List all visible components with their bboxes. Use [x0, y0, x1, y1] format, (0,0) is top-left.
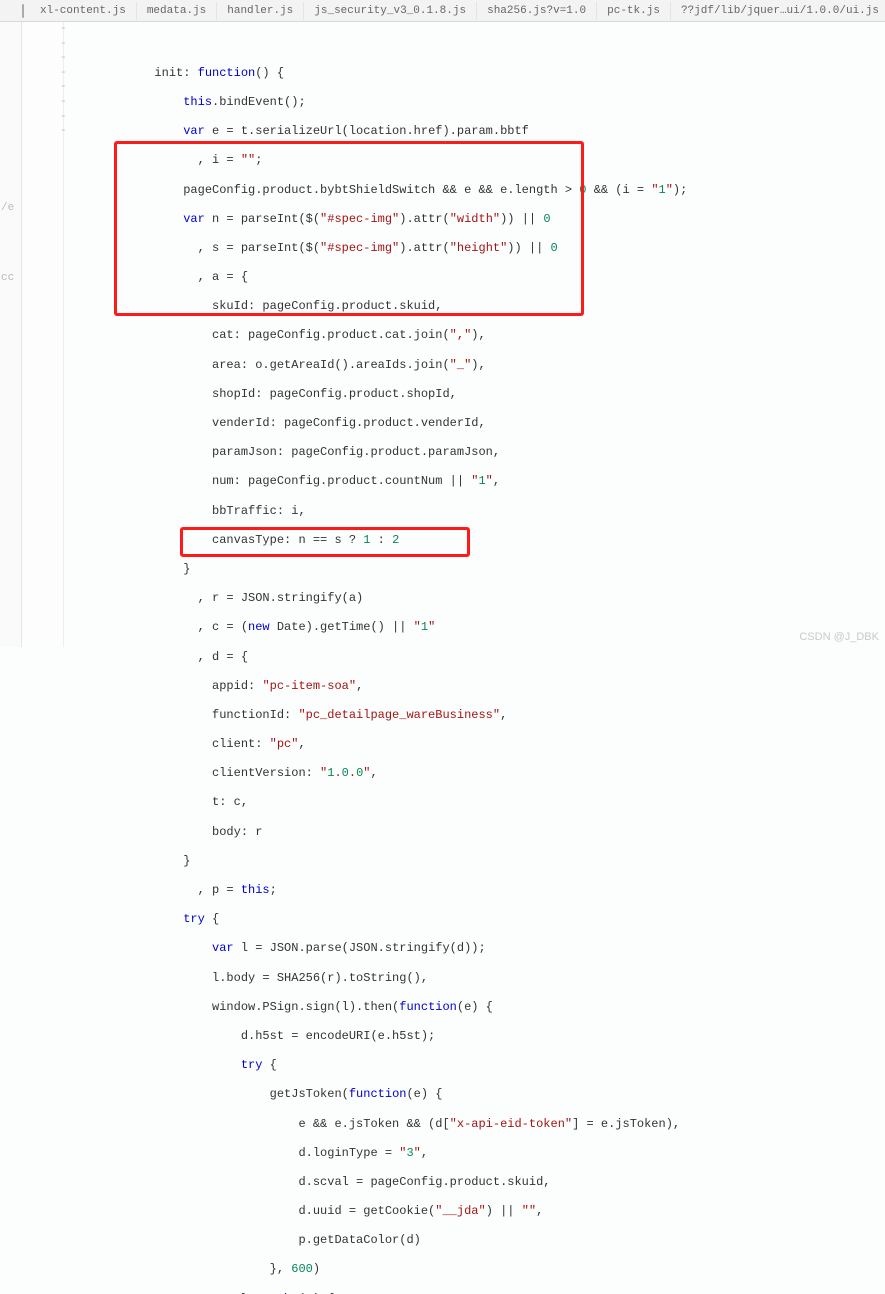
tab-handler[interactable]: handler.js — [217, 2, 304, 20]
code-line: , r = JSON.stringify(a) — [68, 591, 885, 606]
code-line: t: c, — [68, 795, 885, 810]
code-line: , c = (new Date).getTime() || "1" — [68, 620, 885, 635]
code-line: var l = JSON.parse(JSON.stringify(d)); — [68, 941, 885, 956]
code-line: clientVersion: "1.0.0", — [68, 766, 885, 781]
code-line: appid: "pc-item-soa", — [68, 679, 885, 694]
code-line: venderId: pageConfig.product.venderId, — [68, 416, 885, 431]
tab-jquery-ui[interactable]: ??jdf/lib/jquer…ui/1.0.0/ui.js — [671, 2, 885, 20]
tab-sha256[interactable]: sha256.js?v=1.0 — [477, 2, 597, 20]
code-line: paramJson: pageConfig.product.paramJson, — [68, 445, 885, 460]
sidebar-label-b: cc — [1, 272, 14, 284]
tab-pc-tk[interactable]: pc-tk.js — [597, 2, 671, 20]
code-line: num: pageConfig.product.countNum || "1", — [68, 474, 885, 489]
code-line: p.getDataColor(d) — [68, 1233, 885, 1248]
sidebar-label-a: /e — [1, 202, 14, 214]
code-line: skuId: pageConfig.product.skuid, — [68, 299, 885, 314]
code-line: window.PSign.sign(l).then(function(e) { — [68, 1000, 885, 1015]
code-area[interactable]: init: function() { this.bindEvent(); var… — [64, 22, 885, 647]
code-line: e && e.jsToken && (d["x-api-eid-token"] … — [68, 1117, 885, 1132]
code-line: d.h5st = encodeURI(e.h5st); — [68, 1029, 885, 1044]
code-line: , a = { — [68, 270, 885, 285]
code-line: client: "pc", — [68, 737, 885, 752]
code-editor: /e cc - - - - - - - - init: function() {… — [0, 22, 885, 647]
code-line: pageConfig.product.bybtShieldSwitch && e… — [68, 183, 885, 198]
code-line: , d = { — [68, 650, 885, 665]
code-line: body: r — [68, 825, 885, 840]
code-line: } — [68, 854, 885, 869]
code-line: shopId: pageConfig.product.shopId, — [68, 387, 885, 402]
code-line: , p = this; — [68, 883, 885, 898]
code-line: , i = ""; — [68, 153, 885, 168]
code-line: functionId: "pc_detailpage_wareBusiness"… — [68, 708, 885, 723]
code-line: d.scval = pageConfig.product.skuid, — [68, 1175, 885, 1190]
code-line: this.bindEvent(); — [68, 95, 885, 110]
code-line: area: o.getAreaId().areaIds.join("_"), — [68, 358, 885, 373]
line-gutter — [22, 22, 64, 647]
code-line: }, 600) — [68, 1262, 885, 1277]
watermark: CSDN @J_DBK — [799, 631, 879, 643]
tab-xl-content[interactable]: xl-content.js — [30, 2, 137, 20]
editor-tab-bar: xl-content.js medata.js handler.js js_se… — [0, 0, 885, 22]
code-line: bbTraffic: i, — [68, 504, 885, 519]
code-line: var e = t.serializeUrl(location.href).pa… — [68, 124, 885, 139]
code-line: canvasType: n == s ? 1 : 2 — [68, 533, 885, 548]
code-line: var n = parseInt($("#spec-img").attr("wi… — [68, 212, 885, 227]
code-line: } catch (e) { — [68, 1292, 885, 1294]
tab-js-security[interactable]: js_security_v3_0.1.8.js — [304, 2, 477, 20]
code-line: getJsToken(function(e) { — [68, 1087, 885, 1102]
code-line: } — [68, 562, 885, 577]
code-line: l.body = SHA256(r).toString(), — [68, 971, 885, 986]
code-line: d.loginType = "3", — [68, 1146, 885, 1161]
code-line: , s = parseInt($("#spec-img").attr("heig… — [68, 241, 885, 256]
code-line: try { — [68, 1058, 885, 1073]
code-line: try { — [68, 912, 885, 927]
code-line: d.uuid = getCookie("__jda") || "", — [68, 1204, 885, 1219]
code-line: cat: pageConfig.product.cat.join(","), — [68, 328, 885, 343]
debug-sidebar: /e cc — [0, 22, 22, 647]
file-icon — [22, 4, 24, 18]
code-line: init: function() { — [68, 66, 885, 81]
tab-medata[interactable]: medata.js — [137, 2, 217, 20]
